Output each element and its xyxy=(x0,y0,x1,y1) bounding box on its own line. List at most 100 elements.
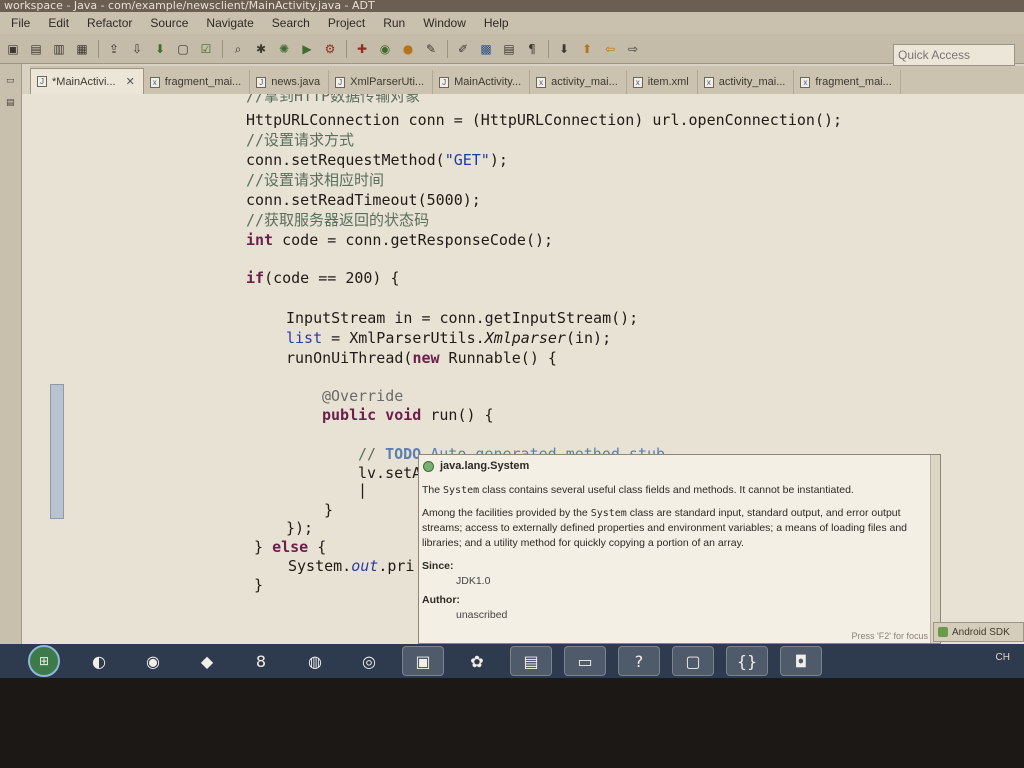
save-all-icon[interactable]: ▥ xyxy=(50,40,68,58)
media-player-icon[interactable]: ◉ xyxy=(132,646,174,676)
avd-manager-icon[interactable]: ▢ xyxy=(174,40,192,58)
javadoc-scrollbar[interactable] xyxy=(930,455,940,643)
disk-icon[interactable]: ◘ xyxy=(780,646,822,676)
menu-help[interactable]: Help xyxy=(475,16,518,30)
xml-file-icon: x xyxy=(149,76,160,88)
open-type-icon[interactable]: ✎ xyxy=(422,40,440,58)
xml-file-icon: x xyxy=(703,76,714,88)
xml-file-icon: x xyxy=(632,76,643,88)
tab-xmlparserutils[interactable]: J XmlParserUti... xyxy=(329,70,434,94)
quick-access-input[interactable] xyxy=(893,44,1015,66)
toolbar-separator xyxy=(447,39,448,58)
folder-icon[interactable]: ▭ xyxy=(564,646,606,676)
close-icon[interactable]: ✕ xyxy=(126,75,135,88)
menu-source[interactable]: Source xyxy=(141,16,197,30)
tab-mainactivity[interactable]: J *MainActivi... ✕ xyxy=(30,68,144,94)
javadoc-paragraph: The System class contains several useful… xyxy=(422,484,854,496)
menu-run[interactable]: Run xyxy=(374,16,414,30)
print-icon[interactable]: ▦ xyxy=(73,40,91,58)
code-line: list = XmlParserUtils.Xmlparser(in); xyxy=(286,329,612,347)
new-class-icon[interactable]: ● xyxy=(399,40,417,58)
toggle-mark-occurrences-icon[interactable]: ▤ xyxy=(500,40,518,58)
javadoc-hover[interactable]: java.lang.System The System class contai… xyxy=(418,454,941,644)
since-label: Since: xyxy=(422,560,454,572)
menu-window[interactable]: Window xyxy=(414,16,475,30)
menu-file[interactable]: File xyxy=(2,16,39,30)
file-explorer-icon[interactable]: ▣ xyxy=(402,646,444,676)
system-tray[interactable]: CH xyxy=(996,652,1010,663)
lint-icon[interactable]: ☑ xyxy=(197,40,215,58)
tab-news[interactable]: J news.java xyxy=(250,70,330,94)
class-icon xyxy=(423,460,434,472)
tab-activity-main-2[interactable]: x activity_mai... xyxy=(698,70,795,94)
documents-icon[interactable]: ▢ xyxy=(672,646,714,676)
tab-fragment-main[interactable]: x fragment_mai... xyxy=(144,70,251,94)
restore-icon[interactable]: ▭ xyxy=(6,76,16,86)
code-line: //设置请求相应时间 xyxy=(246,171,385,189)
tab-fragment-main-2[interactable]: x fragment_mai... xyxy=(794,70,901,94)
save-icon[interactable]: ▤ xyxy=(27,40,45,58)
next-annotation-icon[interactable]: ⬇ xyxy=(555,40,573,58)
code-line: public void run() { xyxy=(322,406,494,424)
new-package-icon[interactable]: ◉ xyxy=(376,40,394,58)
debug-icon[interactable]: ✺ xyxy=(275,40,293,58)
forward-icon[interactable]: ⇨ xyxy=(624,40,642,58)
tab-label: news.java xyxy=(271,76,321,88)
menu-navigate[interactable]: Navigate xyxy=(197,16,262,30)
media-icon[interactable]: ◍ xyxy=(294,646,336,676)
new-icon[interactable]: ▣ xyxy=(4,40,22,58)
chrome-icon[interactable]: ◐ xyxy=(78,646,120,676)
external-tools-icon[interactable]: ⚙ xyxy=(321,40,339,58)
help-icon[interactable]: ? xyxy=(618,646,660,676)
text-cursor: | xyxy=(358,481,368,499)
code-line: lv.setA xyxy=(358,464,422,482)
network-icon[interactable]: ▤ xyxy=(510,646,552,676)
tab-label: activity_mai... xyxy=(718,76,786,88)
search-icon[interactable]: ⌕ xyxy=(229,40,247,58)
code-line: HttpURLConnection conn = (HttpURLConnect… xyxy=(246,111,843,129)
start-orb[interactable]: ⊞ xyxy=(28,645,60,677)
android-icon[interactable]: ✿ xyxy=(456,646,498,676)
code-line: //拿到HTTP数据传输对象 xyxy=(246,94,421,105)
menu-project[interactable]: Project xyxy=(319,16,374,30)
package-explorer-icon[interactable]: ▤ xyxy=(6,98,16,108)
export-icon[interactable]: ⇩ xyxy=(128,40,146,58)
menu-edit[interactable]: Edit xyxy=(39,16,78,30)
tab-label: fragment_mai... xyxy=(164,76,242,88)
new-java-project-icon[interactable]: ✚ xyxy=(353,40,371,58)
menu-search[interactable]: Search xyxy=(263,16,319,30)
search-file-icon[interactable]: ✐ xyxy=(454,40,472,58)
tab-label: item.xml xyxy=(647,76,689,88)
braces-icon[interactable]: {} xyxy=(726,646,768,676)
open-task-icon[interactable]: ▩ xyxy=(477,40,495,58)
menu-refactor[interactable]: Refactor xyxy=(78,16,141,30)
show-whitespace-icon[interactable]: ¶ xyxy=(523,40,541,58)
back-icon[interactable]: ⇦ xyxy=(601,40,619,58)
toolbar-separator xyxy=(98,39,99,58)
tab-item-xml[interactable]: x item.xml xyxy=(627,70,698,94)
javadoc-title-text: java.lang.System xyxy=(440,460,530,472)
windows-taskbar: ⊞ ◐ ◉ ◆ 8 ◍ ◎ ▣ ✿ ▤ ▭ ? ▢ {} ◘ xyxy=(0,644,1024,678)
app-icon[interactable]: ◆ xyxy=(186,646,228,676)
android-sdk-status[interactable]: Android SDK xyxy=(933,622,1024,642)
tab-activity-main[interactable]: x activity_mai... xyxy=(530,70,627,94)
game-icon[interactable]: ◎ xyxy=(348,646,390,676)
import-icon[interactable]: ⇪ xyxy=(105,40,123,58)
code-line: conn.setRequestMethod("GET"); xyxy=(246,151,508,169)
tab-label: MainActivity... xyxy=(454,76,522,88)
code-line: //获取服务器返回的状态码 xyxy=(246,211,430,229)
xml-file-icon: x xyxy=(800,76,811,88)
javadoc-body: The System class contains several useful… xyxy=(422,483,927,623)
code-line: @Override xyxy=(322,387,404,405)
code-line: //设置请求方式 xyxy=(246,131,355,149)
menu-bar: File Edit Refactor Source Navigate Searc… xyxy=(0,12,1024,34)
skip-breakpoints-icon[interactable]: ✱ xyxy=(252,40,270,58)
eclipse-icon[interactable]: 8 xyxy=(240,646,282,676)
previous-annotation-icon[interactable]: ⬆ xyxy=(578,40,596,58)
run-icon[interactable]: ▶ xyxy=(298,40,316,58)
tab-mainactivity-2[interactable]: J MainActivity... xyxy=(433,70,531,94)
android-icon xyxy=(938,627,948,637)
javadoc-footer: Press 'F2' for focus xyxy=(851,631,928,641)
code-line: InputStream in = conn.getInputStream(); xyxy=(286,309,639,327)
android-sdk-manager-icon[interactable]: ⬇ xyxy=(151,40,169,58)
